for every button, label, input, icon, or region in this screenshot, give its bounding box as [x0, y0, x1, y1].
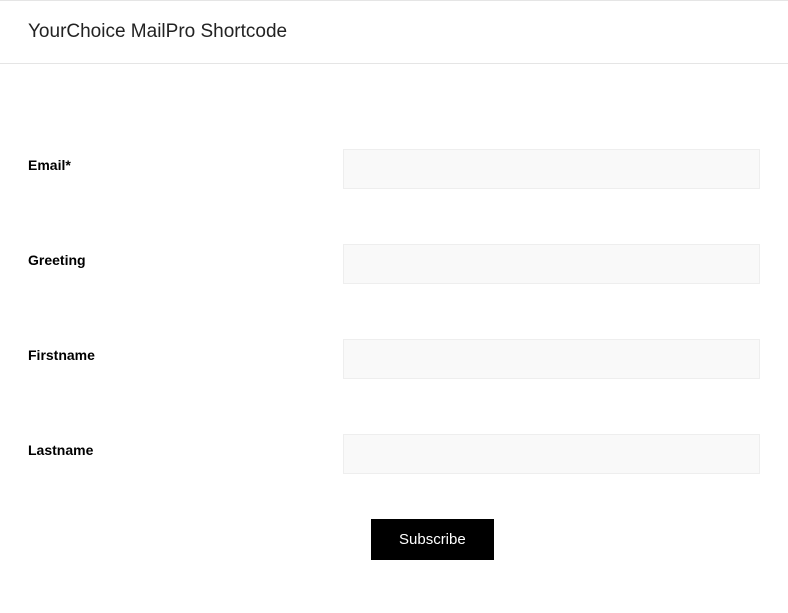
form-row-lastname: Lastname: [28, 434, 760, 474]
greeting-label: Greeting: [28, 244, 343, 268]
lastname-field[interactable]: [343, 434, 760, 474]
form-row-greeting: Greeting: [28, 244, 760, 284]
submit-row: Subscribe: [28, 519, 760, 560]
firstname-label: Firstname: [28, 339, 343, 363]
page-title: YourChoice MailPro Shortcode: [28, 21, 788, 43]
form-row-email: Email*: [28, 149, 760, 189]
subscribe-form: Email* Greeting Firstname Lastname Subsc…: [0, 64, 788, 560]
subscribe-button[interactable]: Subscribe: [371, 519, 494, 560]
greeting-field[interactable]: [343, 244, 760, 284]
page-header: YourChoice MailPro Shortcode: [0, 0, 788, 64]
email-label: Email*: [28, 149, 343, 173]
lastname-label: Lastname: [28, 434, 343, 458]
form-row-firstname: Firstname: [28, 339, 760, 379]
email-field[interactable]: [343, 149, 760, 189]
firstname-field[interactable]: [343, 339, 760, 379]
